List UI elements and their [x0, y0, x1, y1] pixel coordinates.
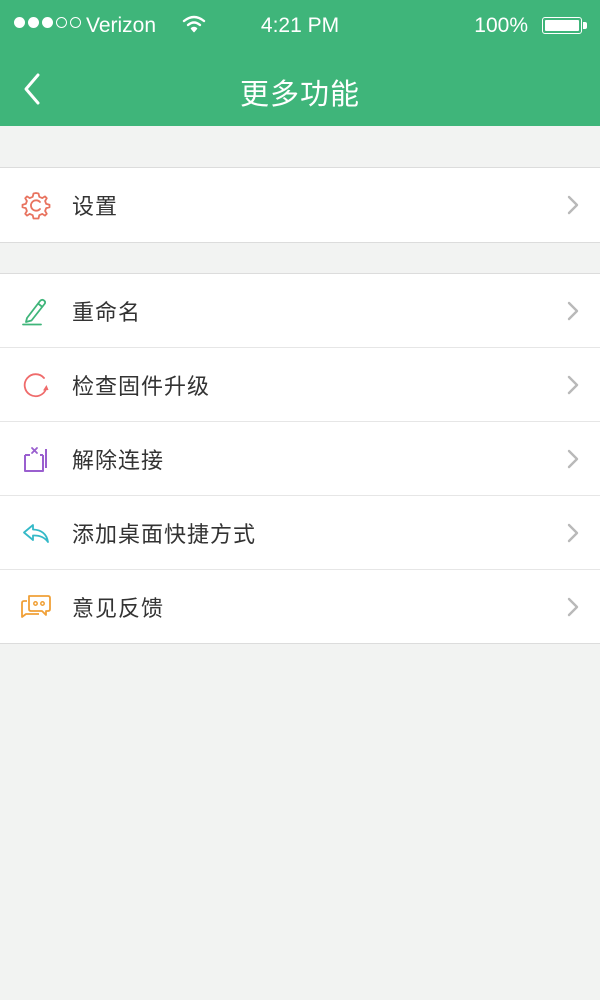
menu-item-label: 解除连接 [72, 448, 165, 474]
device-group: 重命名 检查固件升级 解除连接 添加桌面快捷方式 意见反馈 [0, 273, 600, 644]
page-title: 更多功能 [239, 77, 360, 111]
menu-item-feedback[interactable]: 意见反馈 [0, 569, 600, 643]
menu-item-settings[interactable]: 设置 [0, 168, 600, 242]
chevron-right-icon [567, 597, 579, 616]
status-bar: Verizon 4:21 PM 100% [0, 0, 600, 52]
menu-item-rename[interactable]: 重命名 [0, 274, 600, 347]
chevron-right-icon [567, 301, 579, 320]
settings-group: 设置 [0, 167, 600, 243]
refresh-icon [20, 369, 52, 401]
gear-icon [20, 189, 52, 221]
menu-item-firmware-update[interactable]: 检查固件升级 [0, 347, 600, 421]
battery-tip [583, 22, 587, 29]
reply-arrow-icon [20, 517, 52, 549]
menu-item-label: 意见反馈 [72, 596, 165, 622]
battery-percentage: 100% [474, 14, 528, 37]
nav-bar: 更多功能 [0, 52, 600, 126]
chevron-right-icon [567, 375, 579, 394]
disconnect-icon [20, 443, 52, 475]
battery-icon [542, 17, 582, 34]
chat-bubble-icon [20, 591, 52, 623]
menu-item-label: 设置 [72, 195, 119, 220]
header: Verizon 4:21 PM 100% 更多功能 [0, 0, 600, 126]
menu-item-label: 添加桌面快捷方式 [72, 522, 257, 548]
menu-item-disconnect[interactable]: 解除连接 [0, 421, 600, 495]
menu-item-add-shortcut[interactable]: 添加桌面快捷方式 [0, 495, 600, 569]
pencil-icon [20, 295, 52, 327]
chevron-right-icon [567, 523, 579, 542]
menu-item-label: 检查固件升级 [72, 374, 211, 400]
chevron-right-icon [567, 449, 579, 468]
menu-item-label: 重命名 [72, 300, 142, 326]
chevron-right-icon [567, 195, 579, 215]
